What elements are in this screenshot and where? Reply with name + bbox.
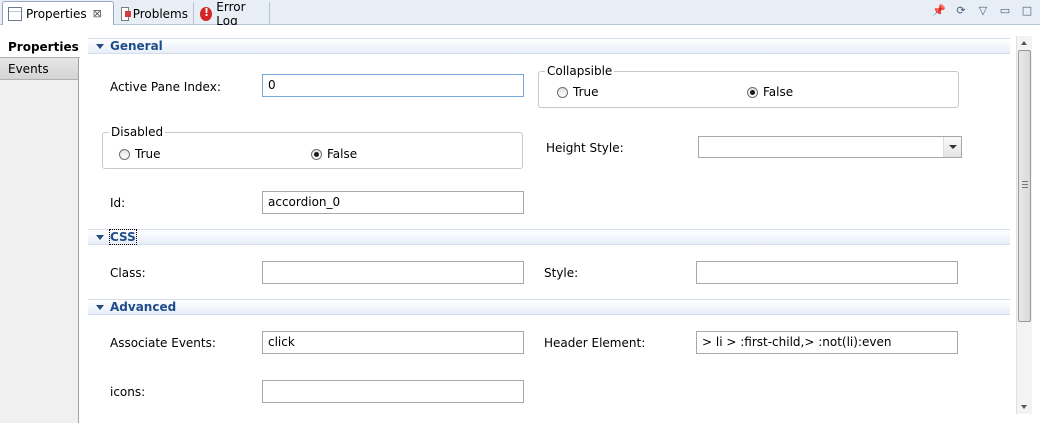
section-advanced-header[interactable]: Advanced (88, 299, 1010, 315)
class-label: Class: (110, 266, 146, 280)
collapsible-false-radio[interactable]: False (747, 85, 793, 99)
radio-label: True (573, 85, 599, 99)
style-label: Style: (544, 266, 579, 280)
category-tab-properties[interactable]: Properties (0, 36, 80, 58)
active-pane-index-label: Active Pane Index: (110, 80, 221, 94)
view-menu-icon[interactable]: ▽ (976, 4, 990, 18)
disabled-false-radio[interactable]: False (311, 147, 357, 161)
style-input[interactable] (696, 261, 958, 284)
section-title: CSS (109, 229, 137, 245)
height-style-value (699, 140, 704, 154)
disabled-group-title: Disabled (109, 125, 166, 139)
collapsible-true-radio[interactable]: True (557, 85, 599, 99)
view-tab-bar: Properties ⊠ Problems Error Log 📌 ⟳ ▽ ▭ … (0, 0, 1040, 28)
left-tabs-spacer (0, 25, 79, 36)
tab-error-log-label: Error Log (216, 0, 246, 28)
view-toolbar: 📌 ⟳ ▽ ▭ □ (932, 4, 1034, 18)
tab-problems[interactable]: Problems (116, 2, 194, 25)
radio-icon (557, 86, 568, 98)
header-element-input[interactable]: > li > :first-child,> :not(li):even (696, 331, 958, 354)
scrollbar-thumb[interactable] (1018, 50, 1031, 322)
expand-triangle-icon[interactable] (96, 234, 104, 240)
header-element-label: Header Element: (544, 336, 646, 350)
radio-label: False (763, 85, 794, 99)
expand-triangle-icon[interactable] (96, 43, 104, 49)
radio-label: False (327, 147, 358, 161)
active-pane-index-input[interactable]: 0 (262, 74, 524, 97)
radio-selected-icon (311, 148, 322, 160)
section-css-header[interactable]: CSS (88, 229, 1010, 245)
chevron-down-icon[interactable] (943, 137, 961, 157)
category-tab-events[interactable]: Events (0, 58, 78, 80)
error-log-icon (200, 6, 213, 21)
id-label: Id: (110, 196, 126, 210)
section-general-header[interactable]: General (88, 38, 1010, 54)
id-input[interactable]: accordion_0 (262, 191, 524, 214)
right-margin (1032, 25, 1040, 423)
radio-icon (119, 148, 130, 160)
height-style-select[interactable] (698, 136, 962, 158)
collapsible-group-title: Collapsible (545, 64, 615, 78)
height-style-label: Height Style: (546, 141, 624, 155)
tab-problems-label: Problems (132, 6, 188, 21)
scroll-down-icon[interactable] (1017, 400, 1032, 414)
problems-icon (121, 6, 131, 21)
close-icon[interactable]: ⊠ (93, 7, 102, 20)
radio-label: True (135, 147, 161, 161)
properties-category-tabs: Properties Events (0, 36, 80, 423)
associate-events-input[interactable]: click (262, 331, 524, 354)
pin-icon[interactable]: 📌 (932, 4, 946, 18)
section-title: Advanced (110, 300, 177, 314)
tab-properties[interactable]: Properties ⊠ (2, 1, 114, 25)
associate-events-label: Associate Events: (110, 336, 216, 350)
class-input[interactable] (262, 261, 524, 284)
tab-error-log[interactable]: Error Log (195, 0, 270, 28)
minimize-icon[interactable]: ▭ (998, 4, 1012, 18)
sync-icon[interactable]: ⟳ (954, 4, 968, 18)
disabled-group: Disabled True False (102, 125, 523, 169)
disabled-true-radio[interactable]: True (119, 147, 161, 161)
tab-properties-label: Properties (26, 6, 87, 21)
properties-icon (8, 6, 22, 21)
radio-selected-icon (747, 86, 758, 98)
vertical-scrollbar[interactable] (1016, 36, 1032, 414)
maximize-icon[interactable]: □ (1020, 4, 1034, 18)
collapsible-group: Collapsible True False (538, 64, 959, 108)
section-title: General (110, 39, 163, 53)
properties-panel: General Active Pane Index: 0 Collapsible… (80, 25, 1016, 423)
icons-label: icons: (110, 385, 146, 399)
icons-input[interactable] (262, 380, 524, 403)
grip-icon (1022, 181, 1028, 188)
expand-triangle-icon[interactable] (96, 304, 104, 310)
scroll-up-icon[interactable] (1017, 36, 1032, 50)
